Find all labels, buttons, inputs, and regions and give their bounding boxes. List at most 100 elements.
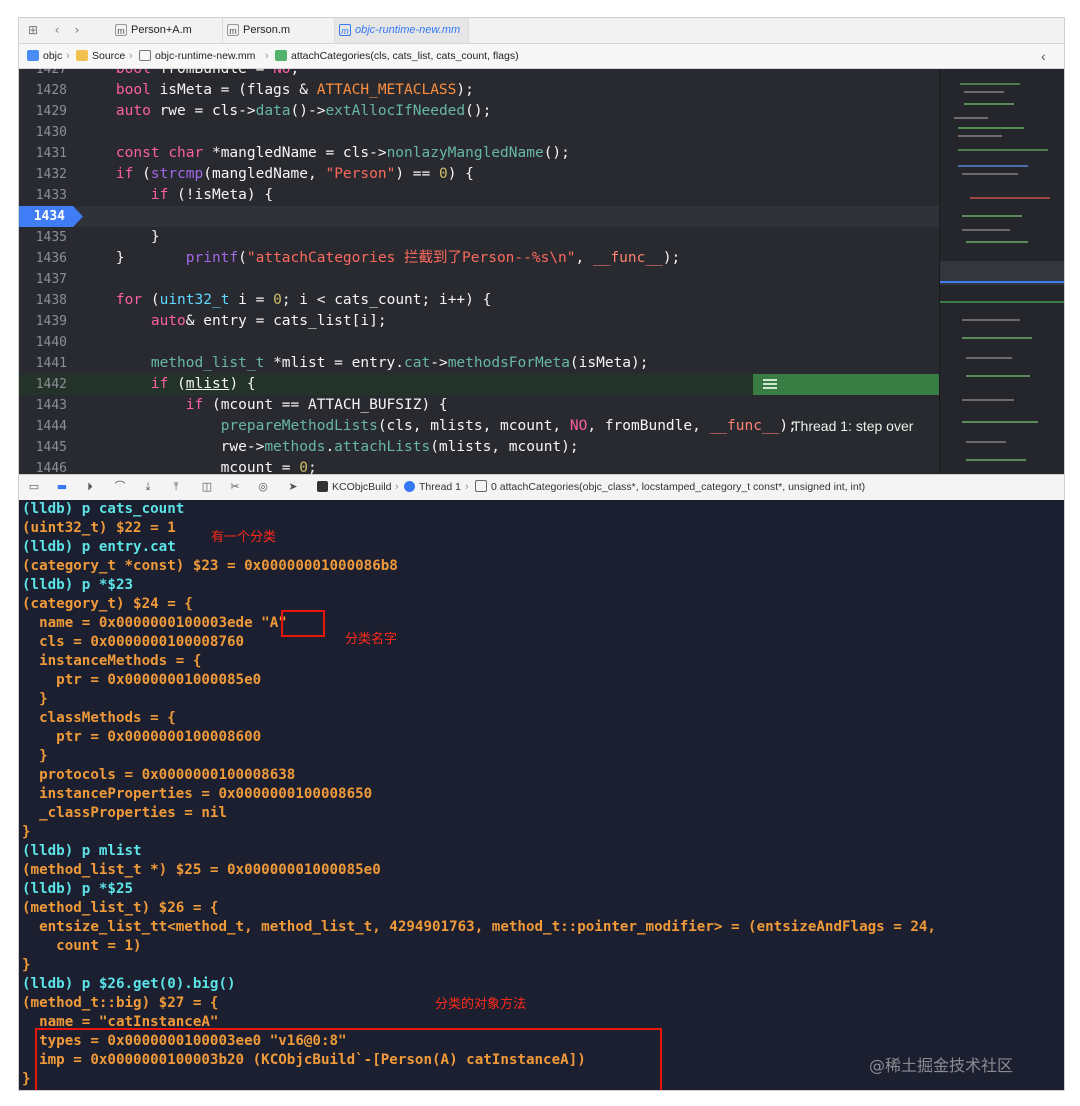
console-command: (lldb) p *$25 — [22, 881, 134, 897]
line-number: 1428 — [35, 83, 67, 98]
minimap[interactable] — [939, 69, 1064, 474]
breadcrumb: objc › Source › objc-runtime-new.mm › at… — [19, 44, 1064, 69]
minimap-line — [966, 441, 1006, 443]
console-output: (method_t::big) $27 = { — [22, 995, 219, 1011]
location-icon[interactable]: ➤ — [286, 480, 300, 494]
console-output: protocols = 0x0000000100008638 — [22, 767, 296, 783]
code-text: const char *mangledName = cls->nonlazyMa… — [115, 145, 570, 161]
code-line: 1444 prepareMethodLists(cls, mlists, mco… — [19, 416, 939, 437]
list-icon — [763, 379, 777, 390]
console-command: (lldb) p cats_count — [22, 501, 185, 517]
objc-file-icon: m — [227, 24, 239, 36]
line-number: 1446 — [35, 461, 67, 474]
code-text: for (uint32_t i = 0; i < cats_count; i++… — [115, 292, 492, 308]
breakpoints-toggle-icon[interactable]: ▬ — [55, 480, 69, 494]
back-icon[interactable]: ‹ — [49, 22, 65, 38]
breadcrumb-function[interactable]: attachCategories(cls, cats_list, cats_co… — [275, 44, 519, 68]
console-command: (lldb) p mlist — [22, 843, 142, 859]
debug-thread-label: Thread 1 — [419, 481, 462, 493]
code-editor[interactable]: 1427 bool fromBundle = NO; 1428 bool isM… — [19, 69, 939, 474]
console-output: classMethods = { — [22, 710, 176, 726]
code-line: 1427 bool fromBundle = NO; — [19, 69, 939, 80]
code-line: 1428 bool isMeta = (flags & ATTACH_METAC… — [19, 80, 939, 101]
code-line: 1445 rwe->methods.attachLists(mlists, mc… — [19, 437, 939, 458]
line-number: 1431 — [35, 146, 67, 161]
line-number: 1438 — [35, 293, 67, 308]
code-line: 1439 auto& entry = cats_list[i]; — [19, 311, 939, 332]
breadcrumb-folder[interactable]: Source — [76, 44, 125, 68]
step-over-icon[interactable]: ⌒ — [113, 480, 127, 494]
code-text: if (mlist) { — [150, 376, 256, 392]
console-output: instanceProperties = 0x0000000100008650 — [22, 786, 373, 802]
continue-icon[interactable]: ⏵ — [83, 480, 97, 494]
code-line: 1430 — [19, 122, 939, 143]
code-line: 1446 mcount = 0; — [19, 458, 939, 474]
code-text: mcount = 0; — [81, 460, 317, 474]
console-output: ptr = 0x0000000100008600 — [22, 729, 262, 745]
tab-label: objc-runtime-new.mm — [355, 24, 461, 36]
minimap-line — [962, 215, 1022, 217]
step-out-icon[interactable]: ⤒ — [169, 480, 183, 494]
view-debugger-icon[interactable]: ◫ — [200, 480, 214, 494]
code-text: } — [81, 229, 160, 245]
tab-person-a[interactable]: m Person+A.m — [111, 18, 223, 43]
line-number: 1445 — [35, 440, 67, 455]
minimap-line — [954, 117, 988, 119]
thread-step-badge[interactable]: Thread 1: step over — [753, 374, 939, 434]
chevron-right-icon: › — [465, 481, 469, 493]
tab-person[interactable]: m Person.m — [223, 18, 335, 43]
objc-file-icon — [139, 50, 151, 61]
minimap-line — [962, 337, 1032, 339]
code-line: 1441 method_list_t *mlist = entry.cat->m… — [19, 353, 939, 374]
code-line: 1432 if (strcmp(mangledName, "Person") =… — [19, 164, 939, 185]
code-text: if (strcmp(mangledName, "Person") == 0) … — [115, 166, 474, 182]
annotation-one-category: 有一个分类 — [211, 530, 277, 545]
console-output: } — [22, 1071, 31, 1087]
chevron-right-icon: › — [66, 50, 70, 62]
related-items-icon[interactable]: ⊞ — [25, 22, 41, 38]
minimap-breakpoint — [940, 281, 1064, 283]
code-line-current: 1442 if (mlist) { Thread 1: step over — [19, 374, 939, 434]
line-number: 1442 — [35, 377, 67, 392]
tab-label: Person.m — [243, 24, 291, 36]
console-output: cls = 0x0000000100008760 — [22, 634, 245, 650]
debug-frame[interactable]: 0 attachCategories(objc_class*, locstamp… — [475, 475, 865, 500]
annotation-box-method — [35, 1028, 662, 1090]
tab-objc-runtime-new[interactable]: m objc-runtime-new.mm — [335, 18, 469, 43]
environment-overrides-icon[interactable]: ◎ — [256, 480, 270, 494]
console-output: } — [22, 748, 48, 764]
breadcrumb-file[interactable]: objc-runtime-new.mm — [139, 44, 255, 68]
forward-icon[interactable]: › — [69, 22, 85, 38]
code-line: 1436 } — [19, 248, 939, 269]
breadcrumb-project[interactable]: objc — [27, 44, 62, 68]
code-text: auto rwe = cls->data()->extAllocIfNeeded… — [115, 103, 492, 119]
minimap-line — [958, 127, 1024, 129]
minimap-line — [962, 229, 1010, 231]
breakpoint-marker[interactable]: 1434 — [19, 206, 83, 227]
folder-icon — [76, 50, 88, 61]
line-number: 1432 — [35, 167, 67, 182]
console-output: (category_t *const) $23 = 0x000000010000… — [22, 558, 398, 574]
minimap-line — [966, 459, 1026, 461]
console-output: } — [22, 957, 31, 973]
minimap-line — [964, 103, 1014, 105]
code-text: prepareMethodLists(cls, mlists, mcount, … — [220, 418, 797, 434]
console-output: _classProperties = nil — [22, 805, 227, 821]
line-number: 1441 — [35, 356, 67, 371]
memory-graph-icon[interactable]: ✂ — [228, 480, 242, 494]
chevron-left-icon[interactable]: ‹ — [1041, 44, 1046, 68]
chevron-right-icon: › — [265, 50, 269, 62]
minimap-line — [962, 421, 1038, 423]
code-line: 1433 if (!isMeta) { — [19, 185, 939, 206]
lldb-console[interactable]: (lldb) p cats_count (uint32_t) $22 = 1 (… — [19, 500, 1064, 1090]
minimap-line — [962, 399, 1014, 401]
step-into-icon[interactable]: ⤓ — [141, 480, 155, 494]
code-text: bool fromBundle = NO; — [115, 69, 300, 77]
breadcrumb-label: Source — [92, 50, 126, 62]
hide-debug-area-icon[interactable]: ▭ — [27, 480, 41, 494]
debug-target[interactable]: KCObjcBuild — [317, 475, 392, 500]
debug-thread[interactable]: Thread 1 — [404, 475, 461, 500]
function-icon — [275, 50, 287, 61]
objc-file-icon: m — [115, 24, 127, 36]
minimap-line — [962, 319, 1020, 321]
